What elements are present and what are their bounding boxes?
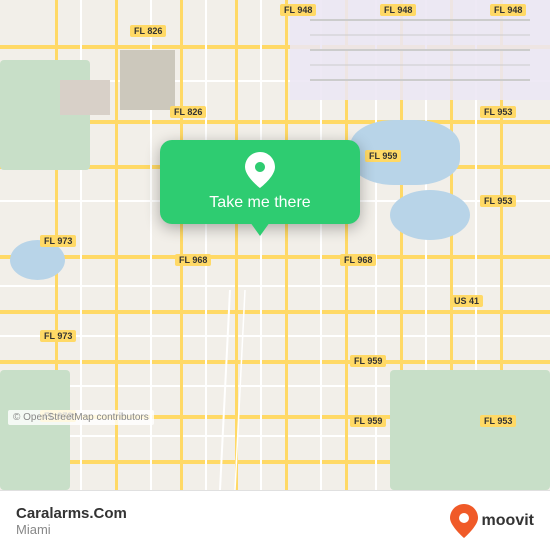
road-label-fl826-2: FL 826 (170, 106, 206, 118)
road-label-fl968-1: FL 968 (175, 254, 211, 266)
tooltip-text: Take me there (209, 194, 310, 212)
moovit-pin-icon (450, 504, 478, 538)
map-container: FL 948 FL 948 FL 948 FL 826 FL 826 FL 95… (0, 0, 550, 490)
road-label-fl953-2: FL 953 (480, 195, 516, 207)
road-label-fl948-2: FL 948 (380, 4, 416, 16)
road-label-us41: US 41 (450, 295, 483, 307)
block-2 (120, 50, 175, 110)
block-1 (60, 80, 110, 115)
water-3 (390, 190, 470, 240)
road-label-fl959-2: FL 959 (350, 355, 386, 367)
app-location: Miami (16, 522, 127, 537)
road-label-fl973-1: FL 973 (40, 235, 76, 247)
park-area-3 (390, 370, 550, 490)
road-label-fl973-2: FL 973 (40, 330, 76, 342)
road-label-fl968-2: FL 968 (340, 254, 376, 266)
moovit-text: moovit (482, 512, 534, 530)
map-tooltip[interactable]: Take me there (160, 140, 360, 224)
road-label-fl948-3: FL 948 (490, 4, 526, 16)
location-pin-icon (242, 152, 278, 188)
app-name: Caralarms.Com (16, 505, 127, 522)
bottom-bar: Caralarms.Com Miami moovit (0, 490, 550, 550)
road-label-fl826-1: FL 826 (130, 25, 166, 37)
road-label-fl959-3: FL 959 (350, 415, 386, 427)
park-area-1 (0, 60, 90, 170)
road-label-fl948-1: FL 948 (280, 4, 316, 16)
road-label-fl953-1: FL 953 (480, 106, 516, 118)
bottom-left-section: Caralarms.Com Miami (16, 505, 127, 537)
park-area-2 (0, 370, 70, 490)
road-label-fl959-1: FL 959 (365, 150, 401, 162)
moovit-logo[interactable]: moovit (450, 504, 534, 538)
map-attribution: © OpenStreetMap contributors (8, 410, 154, 425)
road-label-fl953-3: FL 953 (480, 415, 516, 427)
